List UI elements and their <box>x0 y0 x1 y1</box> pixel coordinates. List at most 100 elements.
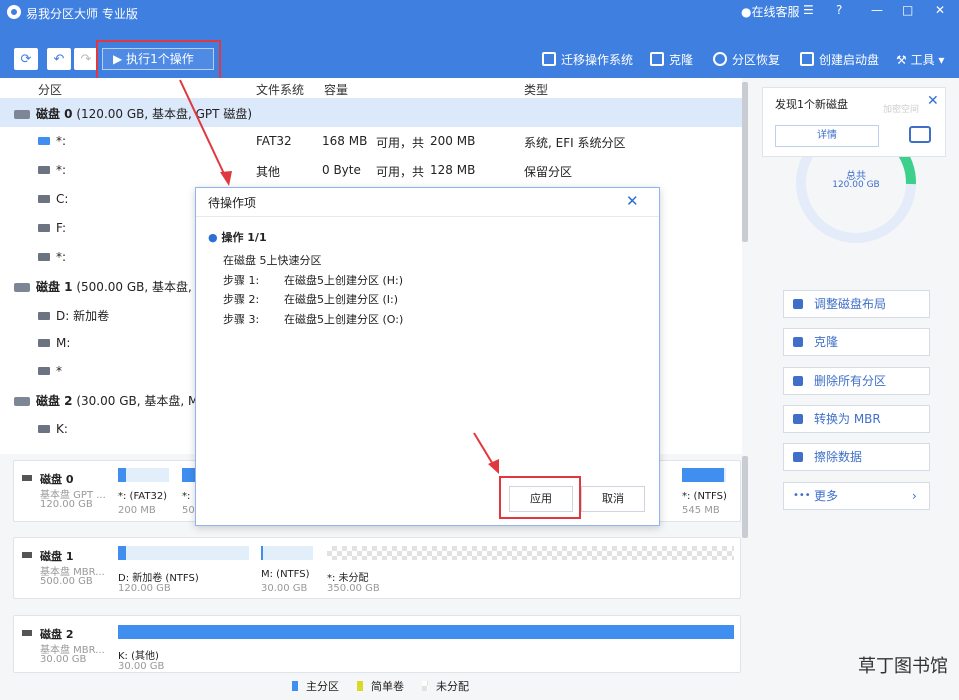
legend-unallocated: 未分配 <box>422 678 469 694</box>
partition-bar[interactable] <box>682 468 726 482</box>
partition-size: 30.00 GB <box>118 661 165 672</box>
bar-fill <box>118 468 126 482</box>
minimize-icon[interactable]: — <box>871 3 883 21</box>
partition-bar[interactable] <box>118 625 734 639</box>
partition-icon <box>38 339 50 347</box>
col-capacity[interactable]: 容量 <box>324 81 348 98</box>
partition-icon <box>38 166 50 174</box>
windows-icon <box>800 52 814 66</box>
disk-row-0[interactable]: 磁盘 0 (120.00 GB, 基本盘, GPT 磁盘) <box>0 98 742 127</box>
partition-bar[interactable] <box>118 468 169 482</box>
tools-menu-button[interactable]: ⚒ 工具 ▾ <box>896 51 944 68</box>
disk-map-1[interactable]: 磁盘 1 基本盘 MBR... 500.00 GB D: 新加卷 (NTFS) … <box>13 537 741 599</box>
partition-recovery-label: 分区恢复 <box>732 53 781 67</box>
clone-disk-button[interactable]: 克隆 <box>783 328 930 356</box>
online-support-label: 在线客服 <box>751 5 800 19</box>
partition-bar[interactable] <box>261 546 313 560</box>
legend-label: 简单卷 <box>371 680 404 693</box>
step-label: 步骤 1: <box>223 274 260 287</box>
step-label: 步骤 2: <box>223 293 260 306</box>
migrate-icon <box>542 52 556 66</box>
wrench-icon: ⚒ <box>896 53 907 67</box>
partition-fs: FAT32 <box>256 134 292 148</box>
partition-label: D: 新加卷 (NTFS) <box>118 573 199 584</box>
notice-close-icon[interactable]: ✕ <box>927 93 939 109</box>
partition-type: 保留分区 <box>524 165 573 179</box>
col-type[interactable]: 类型 <box>524 81 548 98</box>
partition-name: *: <box>56 250 67 264</box>
clone-button[interactable]: 克隆 <box>650 51 693 68</box>
map-scrollbar[interactable] <box>742 456 748 538</box>
dialog-close-icon[interactable]: ✕ <box>626 192 639 210</box>
partition-total: 200 MB <box>430 134 476 148</box>
disk-icon <box>22 552 32 558</box>
partition-recovery-button[interactable]: 分区恢复 <box>713 51 780 68</box>
bar-fill <box>182 468 196 482</box>
more-button[interactable]: ••• 更多 › <box>783 482 930 510</box>
notice-title: 发现1个新磁盘 <box>775 98 848 111</box>
disk-map-name: 磁盘 1 <box>40 550 74 563</box>
chevron-right-icon: › <box>912 489 917 503</box>
disk-icon <box>14 110 30 119</box>
app-title: 易我分区大师 专业版 <box>26 7 138 21</box>
convert-mbr-button[interactable]: 转换为 MBR <box>783 405 930 433</box>
disk-icon <box>22 475 32 481</box>
partition-avail: 可用，共 <box>376 165 425 179</box>
migrate-os-label: 迁移操作系统 <box>561 53 634 67</box>
list-header: 分区 文件系统 容量 类型 <box>0 78 742 99</box>
unallocated-bar[interactable] <box>327 546 734 560</box>
convert-icon <box>793 414 803 424</box>
partition-row[interactable]: *: 其他 0 Byte 可用，共 128 MB 保留分区 <box>0 156 742 185</box>
col-filesystem[interactable]: 文件系统 <box>256 81 304 98</box>
partition-bar[interactable] <box>182 468 196 482</box>
partition-icon <box>38 312 50 320</box>
help-icon[interactable]: ? <box>836 3 842 21</box>
menu-icon[interactable]: ☰ <box>803 3 814 21</box>
maximize-icon[interactable]: □ <box>902 3 913 21</box>
disk-map-2[interactable]: 磁盘 2 基本盘 MBR... 30.00 GB K: (其他) 30.00 G… <box>13 615 741 673</box>
redo-button[interactable]: ↷ <box>74 48 98 70</box>
create-bootable-button[interactable]: 创建启动盘 <box>800 51 879 68</box>
wipe-data-button[interactable]: 擦除数据 <box>783 443 930 471</box>
bar-fill <box>261 546 264 560</box>
partition-row[interactable]: *: FAT32 168 MB 可用，共 200 MB 系统, EFI 系统分区 <box>0 127 742 156</box>
bell-icon: ● <box>741 5 752 19</box>
operation-description: 在磁盘 5上快速分区 <box>223 254 322 267</box>
step-label: 步骤 3: <box>223 313 260 326</box>
partition-bar[interactable] <box>118 546 249 560</box>
trash-icon <box>793 376 803 386</box>
refresh-button[interactable]: ⟳ <box>14 48 38 70</box>
partition-name: C: <box>56 192 69 206</box>
disk-map-name: 磁盘 0 <box>40 473 74 486</box>
clone-icon <box>793 337 803 347</box>
partition-label: K: (其他) <box>118 651 159 662</box>
partition-label: *: <box>182 491 191 502</box>
partition-icon <box>38 253 50 261</box>
col-partition[interactable]: 分区 <box>38 81 62 98</box>
action-label: 更多 <box>814 489 839 503</box>
adjust-layout-button[interactable]: 调整磁盘布局 <box>783 290 930 318</box>
partition-size: 200 MB <box>118 505 156 516</box>
step-text: 在磁盘5上创建分区 (I:) <box>284 293 399 306</box>
delete-all-partitions-button[interactable]: 删除所有分区 <box>783 367 930 395</box>
bar-fill <box>118 546 126 560</box>
new-disk-notice: 发现1个新磁盘 加密空间 ✕ 详情 <box>762 87 946 157</box>
migrate-os-button[interactable]: 迁移操作系统 <box>542 51 633 68</box>
operation-header: ● 操作 1/1 <box>208 229 267 245</box>
list-scrollbar[interactable] <box>742 82 748 242</box>
clone-label: 克隆 <box>669 53 694 67</box>
action-label: 擦除数据 <box>814 450 863 464</box>
close-window-icon[interactable]: ✕ <box>935 3 945 21</box>
online-support-link[interactable]: ●在线客服 <box>741 3 800 21</box>
operation-header-label: 操作 1/1 <box>221 231 267 244</box>
cancel-button[interactable]: 取消 <box>581 486 645 512</box>
details-button[interactable]: 详情 <box>775 125 879 147</box>
partition-icon <box>38 195 50 203</box>
legend-primary: 主分区 <box>292 678 339 694</box>
disk-map-size: 30.00 GB <box>40 654 87 665</box>
partition-name: * <box>56 364 62 378</box>
undo-button[interactable]: ↶ <box>47 48 71 70</box>
undo-icon: ↶ <box>53 52 65 67</box>
action-label: 克隆 <box>814 335 839 349</box>
disk-map-size: 500.00 GB <box>40 576 93 587</box>
